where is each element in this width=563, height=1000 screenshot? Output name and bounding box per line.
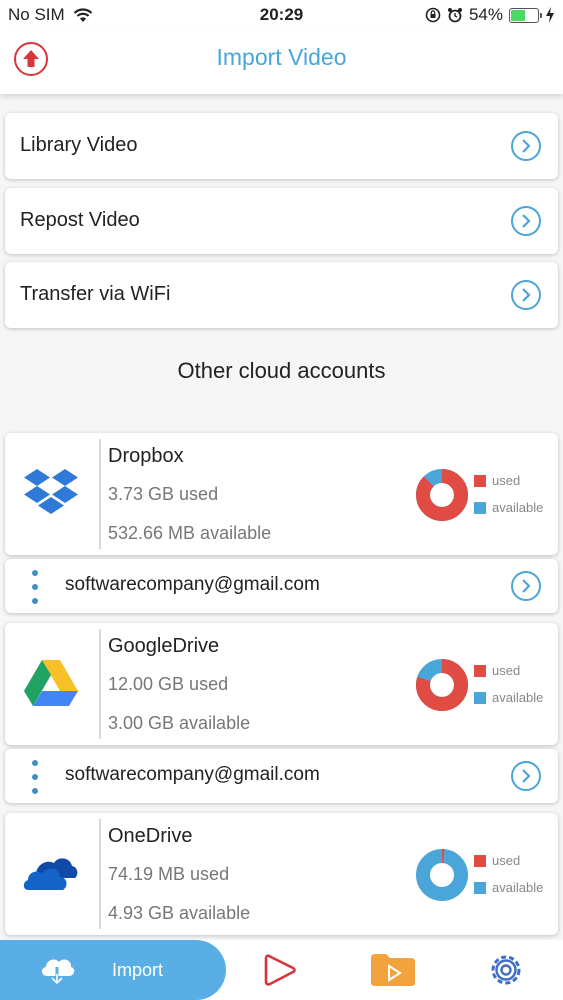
account-used: 12.00 GB used — [108, 674, 229, 694]
account-name: OneDrive — [108, 825, 193, 847]
google-drive-icon — [21, 653, 81, 713]
account-used: 74.19 MB used — [108, 864, 230, 884]
menu-item-library-video[interactable]: Library Video — [5, 113, 558, 179]
divider — [99, 629, 101, 739]
account-name: GoogleDrive — [108, 635, 220, 657]
account-card-googledrive[interactable]: GoogleDrive 12.00 GB used 3.00 GB availa… — [5, 623, 558, 745]
battery-level — [511, 9, 526, 21]
legend-used-label: used — [492, 853, 521, 868]
account-used: 3.73 GB used — [108, 484, 219, 504]
legend-used: used — [474, 473, 520, 488]
account-available: 532.66 MB available — [108, 523, 272, 543]
battery-icon — [509, 7, 542, 23]
tab-import-label: Import — [112, 960, 164, 980]
account-email-row-googledrive[interactable]: softwarecompany@gmail.com — [5, 749, 558, 803]
kebab-menu-icon[interactable] — [32, 570, 38, 604]
nav-bar: Import Video — [0, 30, 563, 94]
account-email: softwarecompany@gmail.com — [65, 764, 320, 785]
donut-used-arc — [416, 469, 468, 521]
legend-used: used — [474, 663, 520, 678]
storage-donut — [416, 469, 468, 521]
account-card-dropbox[interactable]: Dropbox 3.73 GB used 532.66 MB available… — [5, 433, 558, 555]
status-right: 54% — [425, 5, 555, 25]
dropbox-icon — [21, 463, 81, 523]
legend-used: used — [474, 853, 520, 868]
tab-import[interactable]: Import — [0, 940, 226, 1000]
menu-item-repost-video[interactable]: Repost Video — [5, 188, 558, 254]
account-card-onedrive[interactable]: OneDrive 74.19 MB used 4.93 GB available… — [5, 813, 558, 935]
alarm-icon — [447, 8, 462, 23]
divider — [99, 439, 101, 549]
menu-item-label: Library Video — [20, 134, 138, 156]
section-title: Other cloud accounts — [177, 358, 386, 383]
chevron-right-icon[interactable] — [511, 206, 541, 236]
folder-icon[interactable] — [369, 952, 417, 988]
legend-available-label: available — [492, 690, 544, 705]
legend-available: available — [474, 880, 543, 895]
charging-icon — [546, 7, 554, 23]
account-email-row-dropbox[interactable]: softwarecompany@gmail.com — [5, 559, 558, 613]
chevron-right-icon[interactable] — [511, 761, 541, 791]
chevron-right-icon[interactable] — [511, 131, 541, 161]
kebab-menu-icon[interactable] — [32, 760, 38, 794]
legend-used-label: used — [492, 663, 521, 678]
account-available: 3.00 GB available — [108, 713, 251, 733]
battery-percent: 54% — [468, 5, 503, 24]
legend-available-label: available — [492, 880, 544, 895]
status-bar: No SIM 20:29 54% — [0, 0, 563, 30]
cloud-download-icon — [41, 959, 75, 986]
settings-icon[interactable] — [488, 952, 524, 988]
menu-item-transfer-wifi[interactable]: Transfer via WiFi — [5, 262, 558, 328]
play-icon[interactable] — [262, 952, 298, 988]
chevron-right-icon[interactable] — [511, 280, 541, 310]
chevron-right-icon[interactable] — [511, 571, 541, 601]
menu-item-label: Transfer via WiFi — [20, 283, 171, 305]
account-available: 4.93 GB available — [108, 903, 251, 923]
storage-donut — [416, 659, 468, 711]
legend-available: available — [474, 690, 543, 705]
page-title: Import Video — [216, 44, 347, 70]
legend-available: available — [474, 500, 543, 515]
legend-available-label: available — [492, 500, 544, 515]
account-name: Dropbox — [108, 445, 184, 467]
rotation-lock-icon — [425, 7, 441, 23]
tab-bar: Import — [0, 940, 563, 1000]
legend-used-label: used — [492, 473, 521, 488]
divider — [99, 819, 101, 929]
onedrive-icon — [21, 843, 81, 903]
storage-donut — [416, 849, 468, 901]
account-email: softwarecompany@gmail.com — [65, 574, 320, 595]
menu-item-label: Repost Video — [20, 209, 140, 231]
